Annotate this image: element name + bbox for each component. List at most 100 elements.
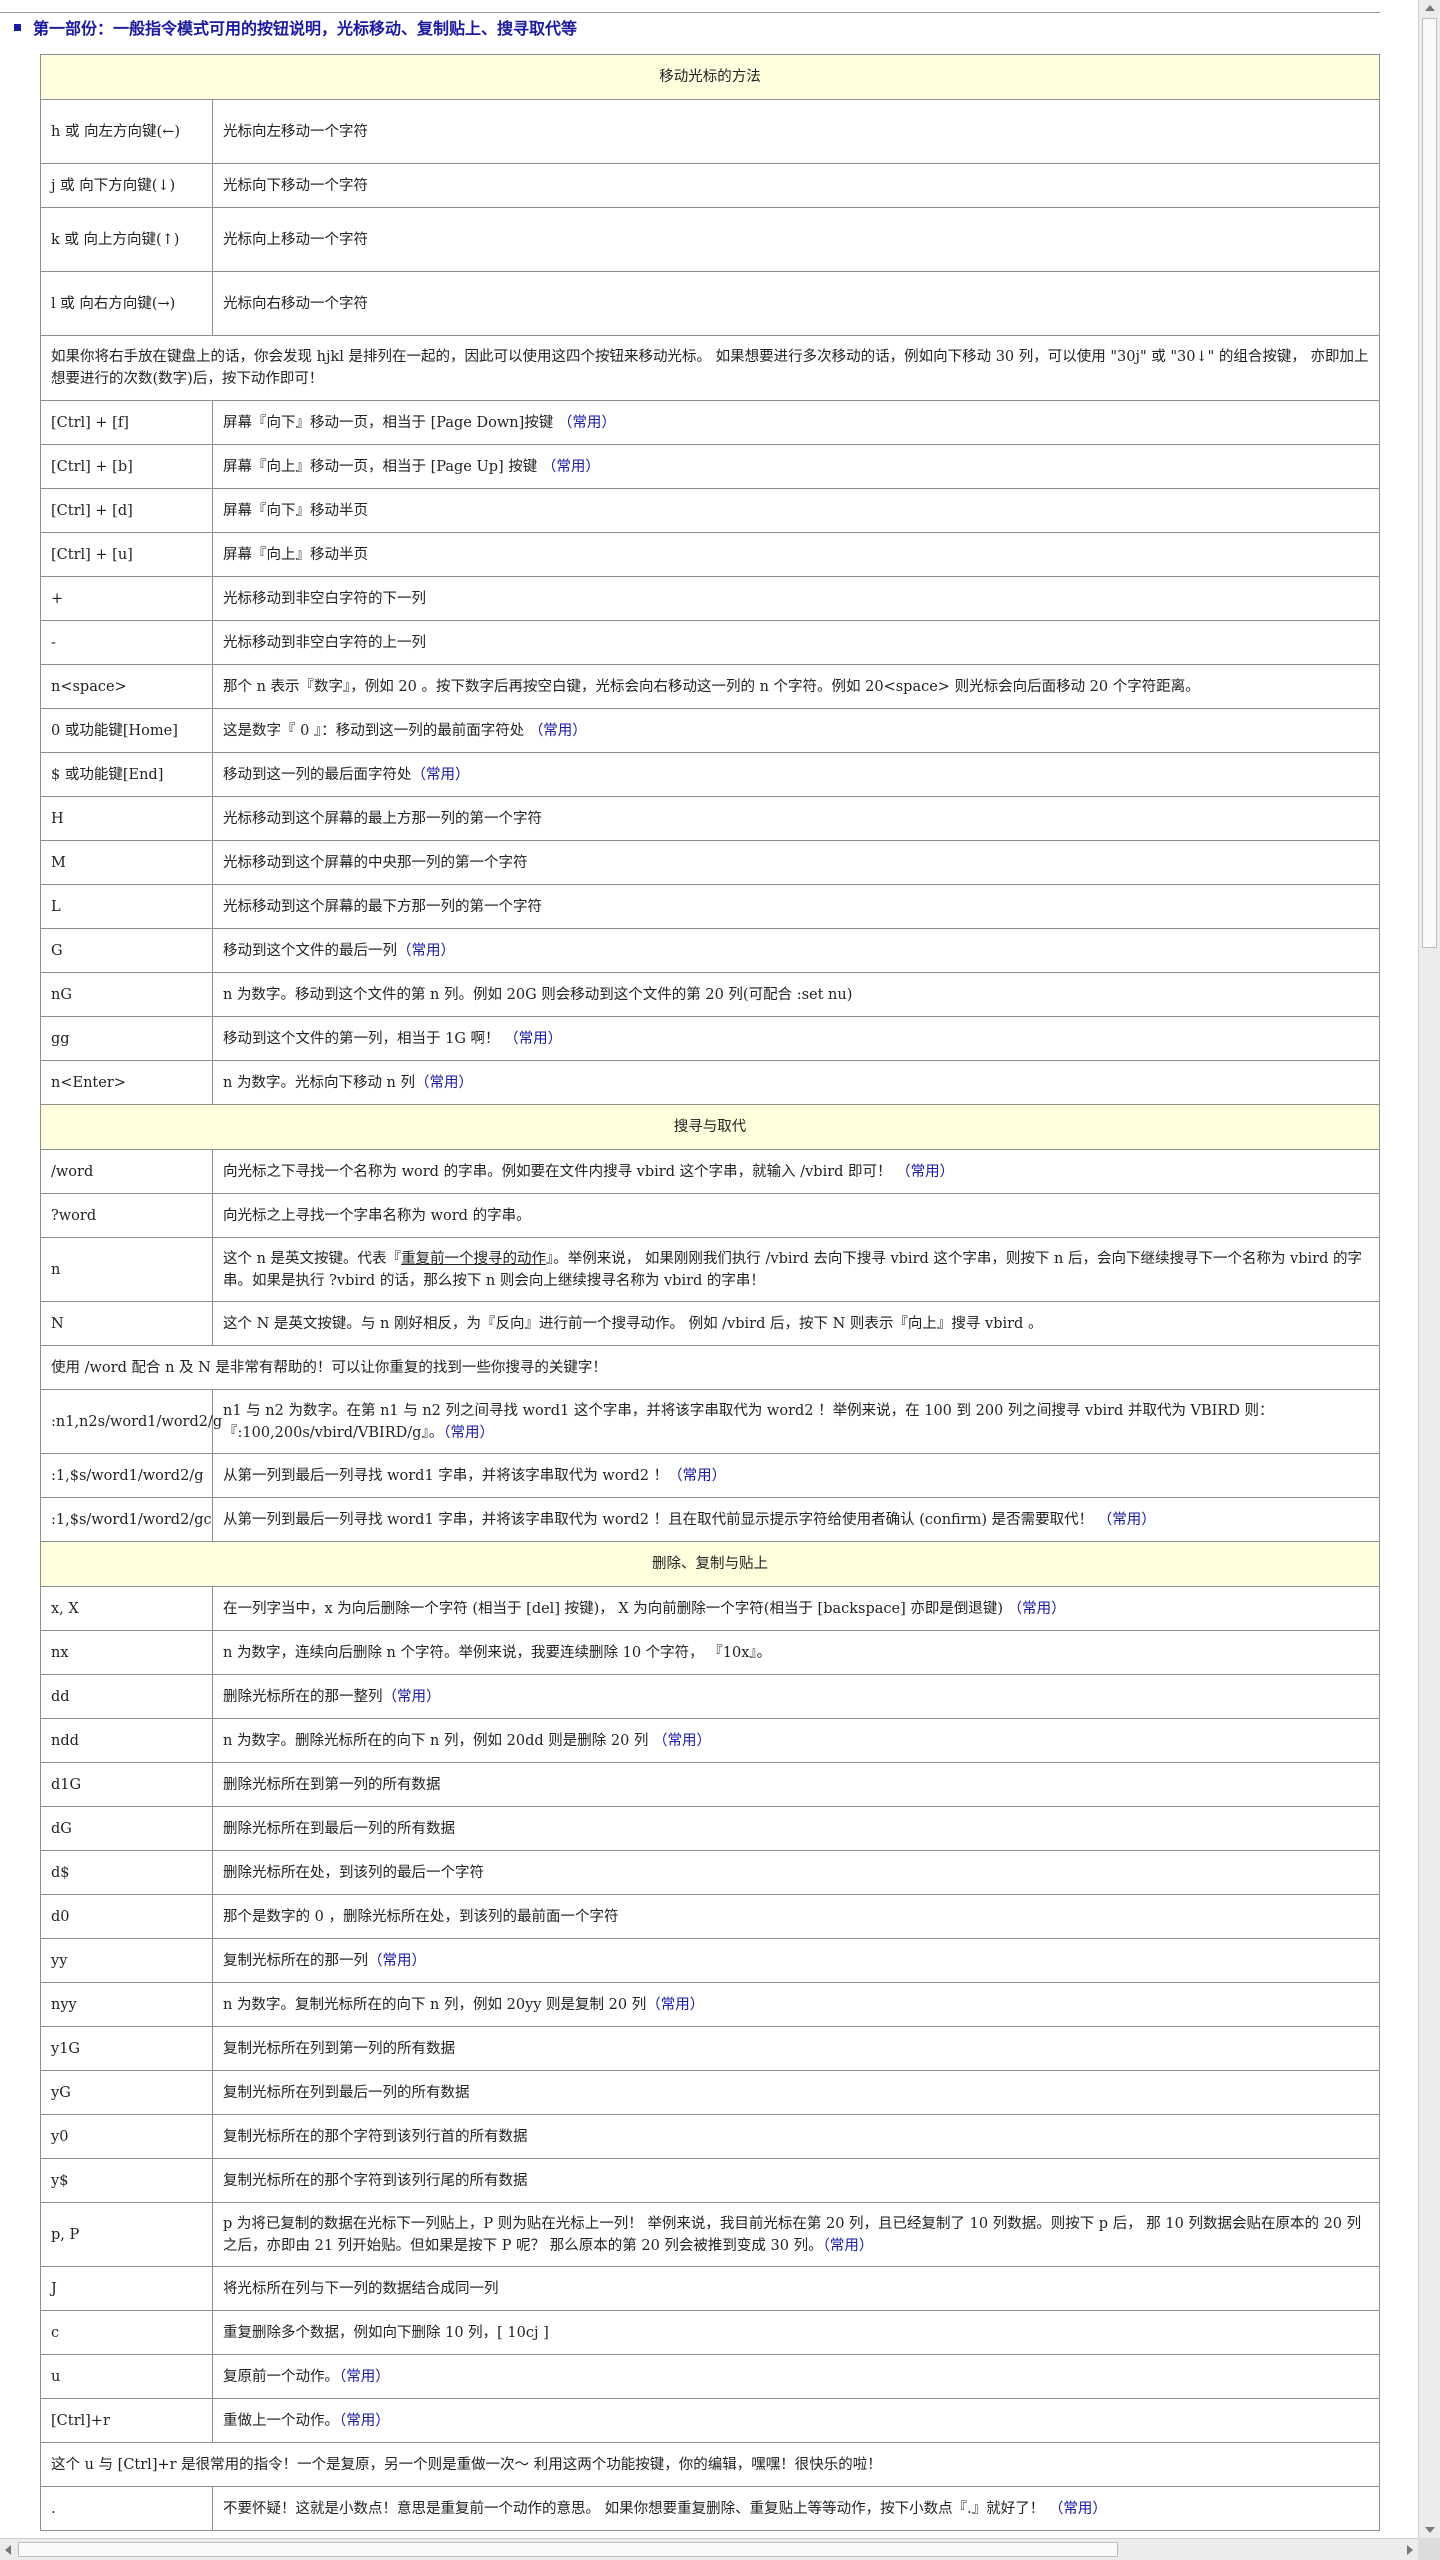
desc-text: 这个 n 是英文按键。代表『: [223, 1250, 402, 1267]
key-cell: y0: [40, 2114, 213, 2159]
table-row: H 光标移动到这个屏幕的最上方那一列的第一个字符: [40, 796, 1380, 841]
key-cell: L: [40, 884, 213, 929]
common-tag: （常用）: [653, 1732, 712, 1749]
key-cell: G: [40, 928, 213, 973]
top-divider: [0, 12, 1380, 13]
desc-cell: 光标向右移动一个字符: [212, 271, 1380, 336]
desc-cell: 这个 n 是英文按键。代表『重复前一个搜寻的动作』。举例来说， 如果刚刚我们执行…: [212, 1237, 1380, 1302]
section-heading[interactable]: 第一部份：一般指令模式可用的按钮说明，光标移动、复制贴上、搜寻取代等: [14, 15, 577, 39]
desc-cell: 移动到这一列的最后面字符处（常用）: [212, 752, 1380, 797]
table-row: ?word 向光标之上寻找一个字串名称为 word 的字串。: [40, 1193, 1380, 1238]
section-title-move: 移动光标的方法: [40, 54, 1380, 100]
key-cell: [Ctrl] + [f]: [40, 400, 213, 445]
key-cell: l 或 向右方向键(→): [40, 271, 213, 336]
key-cell: H: [40, 796, 213, 841]
key-cell: d1G: [40, 1762, 213, 1807]
desc-cell: 在一列字当中，x 为向后删除一个字符 (相当于 [del] 按键)， X 为向前…: [212, 1586, 1380, 1631]
table-row: y0 复制光标所在的那个字符到该列行首的所有数据: [40, 2114, 1380, 2159]
table-row: h 或 向左方向键(←) 光标向左移动一个字符: [40, 99, 1380, 164]
table-row: [Ctrl] + [b] 屏幕『向上』移动一页，相当于 [Page Up] 按键 …: [40, 444, 1380, 489]
scroll-left-arrow-icon[interactable]: [5, 2545, 11, 2555]
key-cell: n<Enter>: [40, 1060, 213, 1105]
key-cell: ?word: [40, 1193, 213, 1238]
table-header-row: 搜寻与取代: [40, 1104, 1380, 1150]
desc-text: 移动到这个文件的最后一列: [223, 942, 397, 959]
table-row: dd 删除光标所在的那一整列（常用）: [40, 1674, 1380, 1719]
key-cell: c: [40, 2310, 213, 2355]
desc-text: 屏幕『向下』移动一页，相当于 [Page Down]按键: [223, 414, 554, 431]
table-row: M 光标移动到这个屏幕的中央那一列的第一个字符: [40, 840, 1380, 885]
section-title-search: 搜寻与取代: [40, 1104, 1380, 1150]
key-cell: nyy: [40, 1982, 213, 2027]
table-row: yy 复制光标所在的那一列（常用）: [40, 1938, 1380, 1983]
desc-cell: 删除光标所在的那一整列（常用）: [212, 1674, 1380, 1719]
key-cell: [Ctrl] + [u]: [40, 532, 213, 577]
vertical-scrollbar[interactable]: [1418, 0, 1440, 2538]
key-cell: k 或 向上方向键(↑): [40, 207, 213, 272]
table-row: N 这个 N 是英文按键。与 n 刚好相反，为『反向』进行前一个搜寻动作。 例如 …: [40, 1301, 1380, 1346]
desc-cell: 光标向左移动一个字符: [212, 99, 1380, 164]
key-cell: d0: [40, 1894, 213, 1939]
common-tag: （常用）: [528, 722, 587, 739]
key-cell: p, P: [40, 2202, 213, 2267]
key-cell: :n1,n2s/word1/word2/g: [40, 1389, 222, 1454]
desc-text: 移动到这一列的最后面字符处: [223, 766, 412, 783]
note-row: 使用 /word 配合 n 及 N 是非常有帮助的！可以让你重复的找到一些你搜寻…: [40, 1345, 1380, 1390]
table-row: l 或 向右方向键(→) 光标向右移动一个字符: [40, 271, 1380, 336]
common-tag: （常用）: [646, 1996, 705, 2013]
desc-cell: 重复删除多个数据，例如向下删除 10 列，[ 10cj ]: [212, 2310, 1380, 2355]
desc-cell: 那个 n 表示『数字』，例如 20 。按下数字后再按空白键，光标会向右移动这一列…: [212, 664, 1380, 709]
desc-cell: 删除光标所在到第一列的所有数据: [212, 1762, 1380, 1807]
page: 第一部份：一般指令模式可用的按钮说明，光标移动、复制贴上、搜寻取代等 移动光标的…: [0, 0, 1418, 2538]
note-row: 这个 u 与 [Ctrl]+r 是很常用的指令！一个是复原，另一个则是重做一次～…: [40, 2442, 1380, 2487]
key-cell: n<space>: [40, 664, 213, 709]
horizontal-scroll-thumb[interactable]: [18, 2542, 1118, 2557]
scroll-right-arrow-icon[interactable]: [1407, 2545, 1413, 2555]
desc-cell: 光标向下移动一个字符: [212, 163, 1380, 208]
desc-cell: n 为数字。删除光标所在的向下 n 列，例如 20dd 则是删除 20 列 （常…: [212, 1718, 1380, 1763]
horizontal-scrollbar[interactable]: [0, 2538, 1418, 2560]
desc-text: 从第一列到最后一列寻找 word1 字串，并将该字串取代为 word2 ！且在取…: [223, 1511, 1094, 1528]
note-cell: 如果你将右手放在键盘上的话，你会发现 hjkl 是排列在一起的，因此可以使用这四…: [40, 335, 1380, 401]
table-row: [Ctrl] + [d] 屏幕『向下』移动半页: [40, 488, 1380, 533]
desc-text: 从第一列到最后一列寻找 word1 字串，并将该字串取代为 word2 ！: [223, 1467, 669, 1484]
key-cell: [Ctrl]+r: [40, 2398, 213, 2443]
common-tag: （常用）: [557, 414, 616, 431]
common-tag: （常用）: [668, 1467, 727, 1484]
table-row: n<Enter> n 为数字。光标向下移动 n 列（常用）: [40, 1060, 1380, 1105]
scroll-up-arrow-icon[interactable]: [1425, 5, 1435, 11]
table-row: $ 或功能键[End] 移动到这一列的最后面字符处（常用）: [40, 752, 1380, 797]
key-cell: j 或 向下方向键(↓): [40, 163, 213, 208]
desc-cell: 移动到这个文件的最后一列（常用）: [212, 928, 1380, 973]
section-heading-text: 第一部份：一般指令模式可用的按钮说明，光标移动、复制贴上、搜寻取代等: [33, 19, 578, 38]
key-cell: d$: [40, 1850, 213, 1895]
desc-cell: 向光标之下寻找一个名称为 word 的字串。例如要在文件内搜寻 vbird 这个…: [212, 1149, 1380, 1194]
table-header-row: 移动光标的方法: [40, 54, 1380, 100]
table-row: J 将光标所在列与下一列的数据结合成同一列: [40, 2266, 1380, 2311]
desc-cell: 光标向上移动一个字符: [212, 207, 1380, 272]
desc-cell: n 为数字。移动到这个文件的第 n 列。例如 20G 则会移动到这个文件的第 2…: [212, 972, 1380, 1017]
note-cell: 使用 /word 配合 n 及 N 是非常有帮助的！可以让你重复的找到一些你搜寻…: [40, 1345, 1380, 1390]
desc-cell: 这是数字『 0 』：移动到这一列的最前面字符处 （常用）: [212, 708, 1380, 753]
desc-text: 屏幕『向上』移动一页，相当于 [Page Up] 按键: [223, 458, 538, 475]
desc-cell: 光标移动到这个屏幕的最上方那一列的第一个字符: [212, 796, 1380, 841]
command-table: 移动光标的方法 h 或 向左方向键(←) 光标向左移动一个字符 j 或 向下方向键…: [40, 54, 1380, 2531]
desc-cell: 屏幕『向下』移动半页: [212, 488, 1380, 533]
desc-cell: 删除光标所在处，到该列的最后一个字符: [212, 1850, 1380, 1895]
desc-text: 复原前一个动作。: [223, 2368, 339, 2385]
desc-cell: 向光标之上寻找一个字串名称为 word 的字串。: [212, 1193, 1380, 1238]
key-cell: nx: [40, 1630, 213, 1675]
desc-cell: 光标移动到这个屏幕的中央那一列的第一个字符: [212, 840, 1380, 885]
desc-cell: 那个是数字的 0 ，删除光标所在处，到该列的最前面一个字符: [212, 1894, 1380, 1939]
table-row: /word 向光标之下寻找一个名称为 word 的字串。例如要在文件内搜寻 vbi…: [40, 1149, 1380, 1194]
common-tag: （常用）: [339, 2368, 390, 2385]
desc-cell: 重做上一个动作。（常用）: [212, 2398, 1380, 2443]
table-row: gg 移动到这个文件的第一列，相当于 1G 啊！ （常用）: [40, 1016, 1380, 1061]
desc-cell: 屏幕『向上』移动半页: [212, 532, 1380, 577]
vertical-scroll-thumb[interactable]: [1422, 18, 1437, 948]
scroll-down-arrow-icon[interactable]: [1425, 2527, 1435, 2533]
table-row: n<space> 那个 n 表示『数字』，例如 20 。按下数字后再按空白键，光标…: [40, 664, 1380, 709]
desc-text: 重做上一个动作。: [223, 2412, 339, 2429]
desc-cell: 光标移动到非空白字符的上一列: [212, 620, 1380, 665]
desc-cell: 将光标所在列与下一列的数据结合成同一列: [212, 2266, 1380, 2311]
